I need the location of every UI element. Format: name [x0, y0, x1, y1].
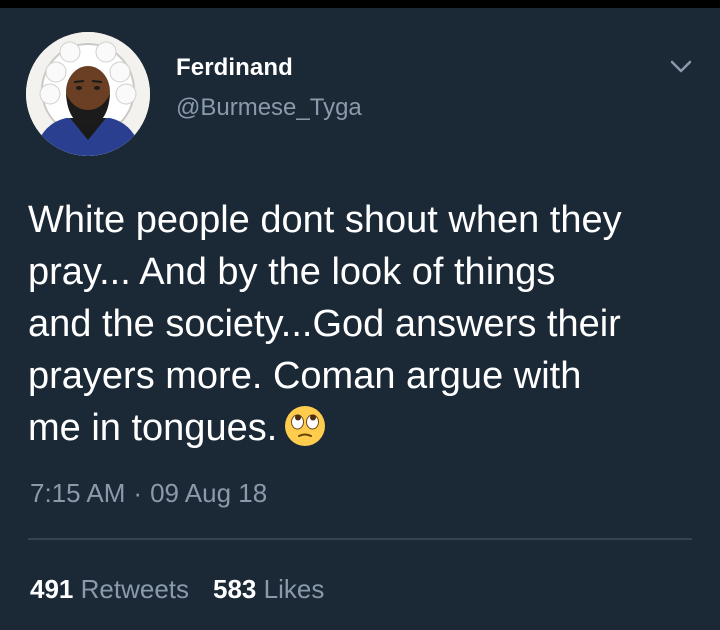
likes-label: Likes [263, 574, 325, 604]
timestamp-separator: · [133, 478, 143, 508]
tweet-timestamp[interactable]: 7:15 AM · 09 Aug 18 [30, 478, 267, 509]
tweet-text-line: pray... And by the look of things [28, 251, 556, 293]
retweets-label: Retweets [80, 574, 190, 604]
profile-avatar[interactable] [26, 32, 150, 156]
tweet-text: White people dont shout when they pray..… [28, 194, 698, 454]
tweet-text-line: prayers more. Coman argue with [28, 355, 582, 397]
retweets-stat[interactable]: 491 Retweets [30, 574, 189, 604]
tweet-date: 09 Aug 18 [150, 478, 268, 508]
likes-stat[interactable]: 583 Likes [213, 574, 324, 604]
chevron-down-icon [670, 60, 692, 73]
author-name[interactable]: Ferdinand [176, 54, 293, 82]
retweets-count: 491 [30, 574, 74, 604]
author-handle[interactable]: @Burmese_Tyga [176, 94, 362, 122]
likes-count: 583 [213, 574, 257, 604]
face-with-rolling-eyes-emoji [285, 406, 326, 446]
tweet-text-line-last: me in tongues. [28, 402, 698, 454]
tweet-text-line: White people dont shout when they [28, 199, 622, 241]
tweet-text-line: and the society...God answers their [28, 303, 621, 345]
engagement-stats: 491 Retweets 583 Likes [30, 574, 324, 605]
avatar-illustration [26, 32, 150, 156]
tweet-time: 7:15 AM [30, 478, 126, 508]
tweet-text-line: me in tongues. [28, 407, 278, 449]
tweet-card: Ferdinand @Burmese_Tyga White people don… [0, 8, 720, 630]
more-options-button[interactable] [664, 50, 698, 84]
divider [28, 538, 692, 540]
